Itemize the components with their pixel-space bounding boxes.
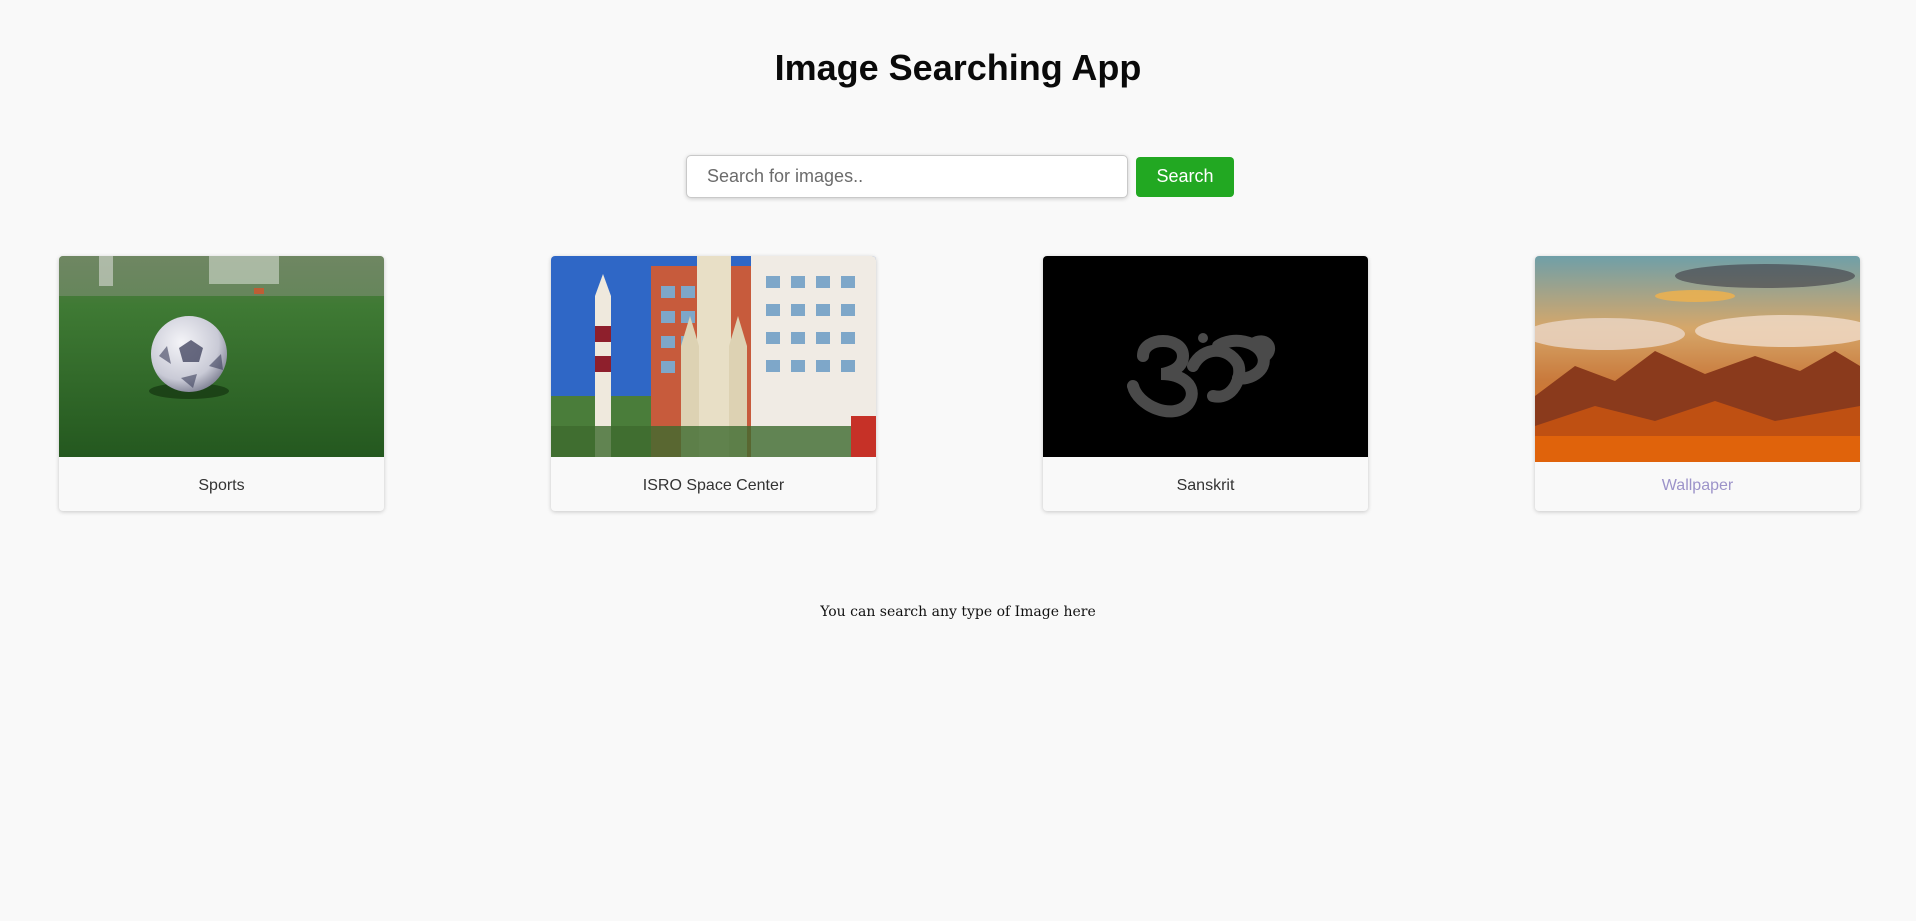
page-title: Image Searching App [774, 47, 1142, 88]
image-card-isro-space-center[interactable]: ISRO Space Center [551, 256, 876, 511]
image-card-wallpaper[interactable]: Wallpaper [1535, 256, 1860, 511]
image-card-caption[interactable]: Wallpaper [1535, 461, 1860, 511]
image-card-sanskrit[interactable]: Sanskrit [1043, 256, 1368, 511]
soccer-ball-image[interactable] [59, 256, 384, 457]
image-card-caption[interactable]: Sports [59, 461, 384, 511]
image-card-sports[interactable]: Sports [59, 256, 384, 511]
image-results-grid: Sports ISRO Space Center Sanskrit Wallpa… [59, 256, 1861, 512]
image-card-caption[interactable]: Sanskrit [1043, 461, 1368, 511]
search-button[interactable]: Search [1136, 156, 1234, 197]
footer-note: You can search any type of Image here [820, 604, 1096, 620]
mountain-sunset-image[interactable] [1535, 256, 1860, 462]
search-input[interactable] [686, 155, 1128, 198]
image-card-caption[interactable]: ISRO Space Center [551, 461, 876, 511]
om-symbol-image[interactable] [1043, 256, 1368, 457]
page: Image Searching App Search for images.. … [0, 0, 1916, 921]
search-form: Search [686, 155, 1234, 198]
isro-rockets-image[interactable] [551, 256, 876, 457]
